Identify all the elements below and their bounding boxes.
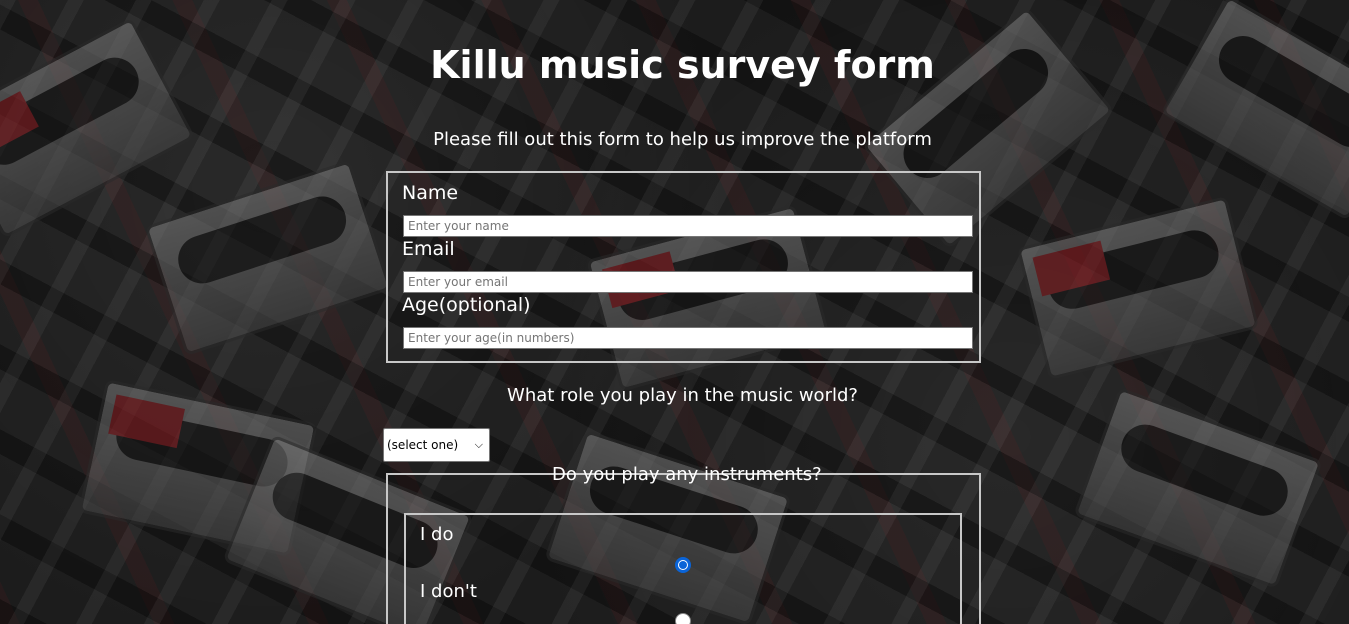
radio-i-do[interactable] [675,557,691,573]
role-question: What role you play in the music world? [507,385,858,406]
page-title: Killu music survey form [430,43,935,87]
radio-i-dont[interactable] [675,613,691,624]
email-label: Email [402,238,455,260]
role-select-value: (select one) [387,438,459,452]
chevron-down-icon: ⌵ [474,438,483,451]
instruments-legend: Do you play any instruments? [552,464,822,485]
personal-info-box: Name Email Age(optional) [386,171,981,363]
name-label: Name [402,182,459,204]
role-select[interactable]: (select one) ⌵ [383,428,490,462]
option-label-i-do: I do [420,524,454,545]
age-label: Age(optional) [402,294,531,316]
email-input[interactable] [403,271,973,293]
name-input[interactable] [403,215,973,237]
age-input[interactable] [403,327,973,349]
option-label-i-dont: I don't [420,581,477,602]
page-subtitle: Please fill out this form to help us imp… [433,129,932,150]
